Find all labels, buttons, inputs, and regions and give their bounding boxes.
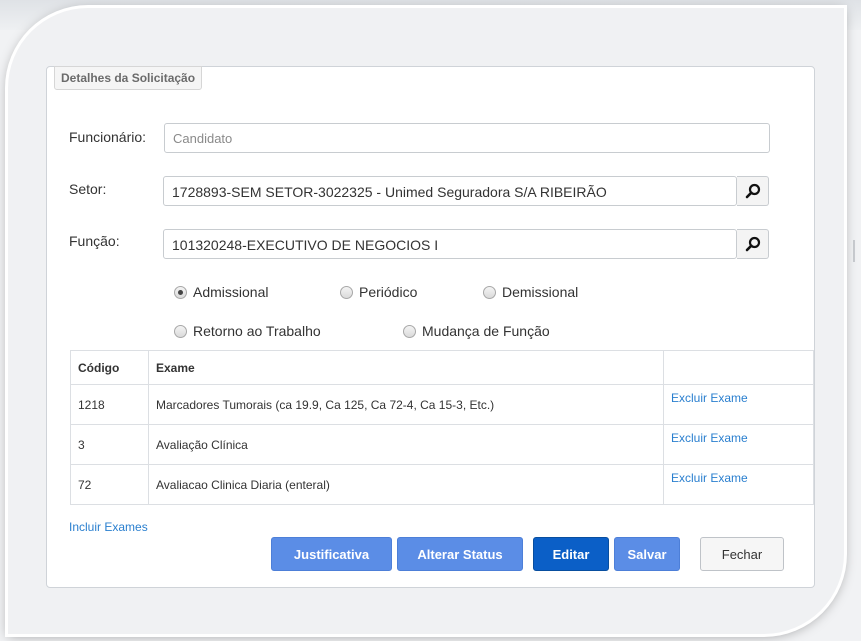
radio-admissional[interactable]: Admissional xyxy=(174,284,268,300)
radio-label: Demissional xyxy=(502,284,579,300)
column-header-codigo: Código xyxy=(70,350,149,385)
table-row: 3 Avaliação Clínica Excluir Exame xyxy=(70,424,814,465)
request-details-panel: Detalhes da Solicitação Funcionário: Can… xyxy=(46,66,815,588)
fieldset-legend: Detalhes da Solicitação xyxy=(54,66,203,90)
setor-input[interactable]: 1728893-SEM SETOR-3022325 - Unimed Segur… xyxy=(163,176,737,206)
radio-unchecked-icon xyxy=(403,324,416,338)
excluir-exame-link[interactable]: Excluir Exame xyxy=(671,471,748,485)
fechar-button[interactable]: Fechar xyxy=(700,537,784,571)
radio-unchecked-icon xyxy=(340,285,353,299)
editar-button[interactable]: Editar xyxy=(533,537,609,571)
radio-unchecked-icon xyxy=(483,285,496,299)
setor-search-button[interactable] xyxy=(737,176,769,206)
dialog-frame: Detalhes da Solicitação Funcionário: Can… xyxy=(8,8,844,634)
funcionario-label: Funcionário: xyxy=(69,129,147,145)
funcao-label: Função: xyxy=(69,233,120,249)
cell-exame: Avaliacao Clinica Diaria (enteral) xyxy=(148,464,664,505)
radio-label: Admissional xyxy=(193,284,269,300)
cell-codigo: 1218 xyxy=(70,384,149,425)
radio-label: Retorno ao Trabalho xyxy=(193,323,321,339)
radio-unchecked-icon xyxy=(174,324,187,338)
setor-label: Setor: xyxy=(69,181,107,197)
background-divider xyxy=(853,240,855,262)
table-row: 72 Avaliacao Clinica Diaria (enteral) Ex… xyxy=(70,464,814,505)
excluir-exame-link[interactable]: Excluir Exame xyxy=(671,391,748,405)
funcao-input[interactable]: 101320248-EXECUTIVO DE NEGOCIOS I xyxy=(163,229,737,259)
search-icon xyxy=(745,236,760,252)
justificativa-button[interactable]: Justificativa xyxy=(271,537,392,571)
search-icon xyxy=(745,183,760,199)
incluir-exames-link[interactable]: Incluir Exames xyxy=(69,520,148,534)
radio-label: Mudança de Função xyxy=(422,323,550,339)
radio-checked-icon xyxy=(174,285,187,299)
alterar-status-button[interactable]: Alterar Status xyxy=(397,537,523,571)
column-header-exame: Exame xyxy=(148,350,664,385)
radio-demissional[interactable]: Demissional xyxy=(483,284,578,300)
table-header-row: Código Exame xyxy=(70,350,814,385)
funcionario-input[interactable]: Candidato xyxy=(164,123,770,153)
radio-periodico[interactable]: Periódico xyxy=(340,284,417,300)
cell-codigo: 3 xyxy=(70,424,149,465)
excluir-exame-link[interactable]: Excluir Exame xyxy=(671,431,748,445)
cell-exame: Avaliação Clínica xyxy=(148,424,664,465)
salvar-button[interactable]: Salvar xyxy=(614,537,680,571)
radio-retorno-trabalho[interactable]: Retorno ao Trabalho xyxy=(174,323,321,339)
funcao-search-button[interactable] xyxy=(737,229,769,259)
radio-mudanca-funcao[interactable]: Mudança de Função xyxy=(403,323,550,339)
radio-label: Periódico xyxy=(359,284,418,300)
column-header-actions xyxy=(663,350,814,385)
cell-exame: Marcadores Tumorais (ca 19.9, Ca 125, Ca… xyxy=(148,384,664,425)
exams-table: Código Exame 1218 Marcadores Tumorais (c… xyxy=(70,350,814,505)
cell-codigo: 72 xyxy=(70,464,149,505)
table-row: 1218 Marcadores Tumorais (ca 19.9, Ca 12… xyxy=(70,384,814,425)
